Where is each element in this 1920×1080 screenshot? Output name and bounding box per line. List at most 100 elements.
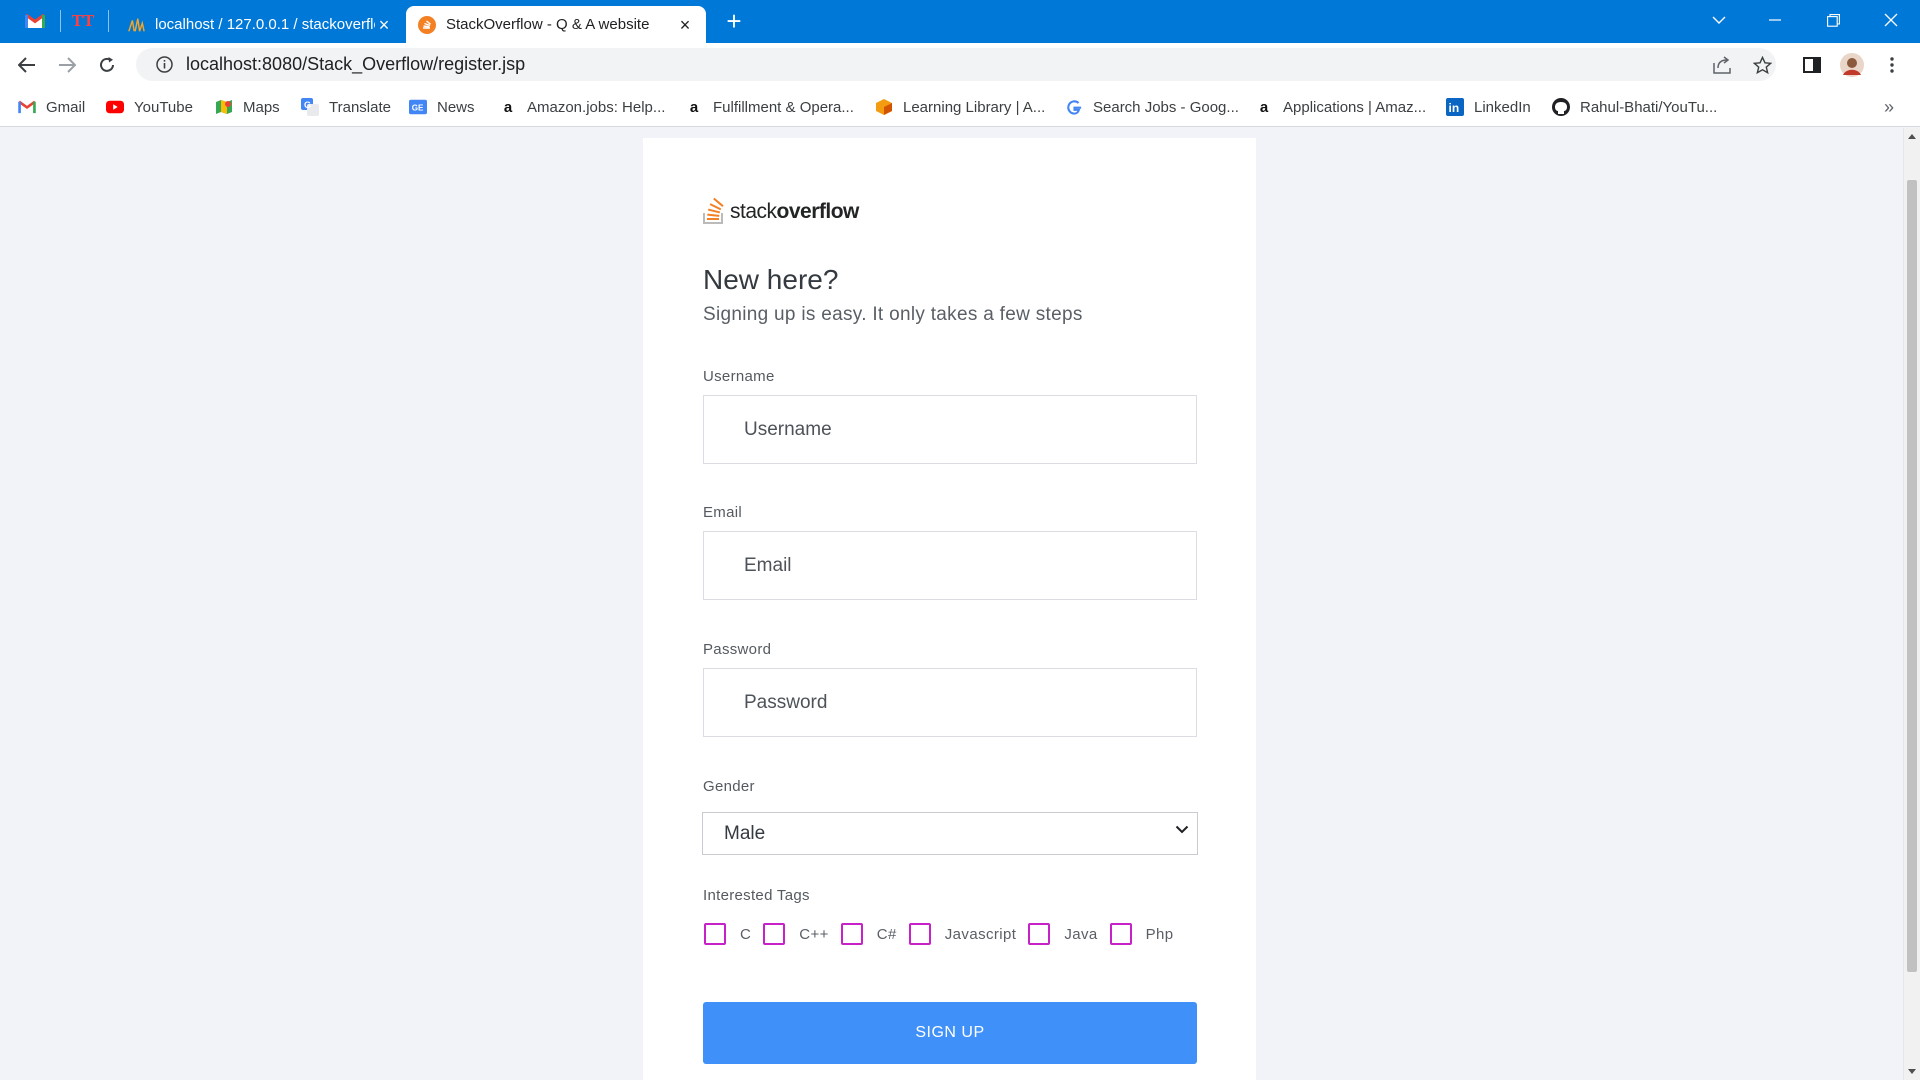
email-input[interactable] (703, 531, 1197, 600)
pinned-tab-gmail[interactable] (20, 8, 50, 34)
bookmark-translate[interactable]: G Translate (301, 96, 391, 118)
tt-logo-icon: TT (71, 11, 95, 30)
new-tab-button[interactable]: + (720, 8, 748, 36)
kebab-menu-icon (1890, 57, 1894, 73)
bookmark-github[interactable]: Rahul-Bhati/YouTu... (1552, 96, 1717, 118)
svg-text:in: in (1449, 101, 1460, 115)
amazon-icon: a (689, 98, 699, 116)
tab-stackoverflow[interactable]: StackOverflow - Q & A website × (406, 6, 706, 43)
share-icon (1712, 56, 1731, 74)
bookmark-label: LinkedIn (1474, 98, 1531, 116)
tag-checkbox-csharp[interactable] (840, 923, 863, 945)
gender-selected-value: Male (724, 822, 766, 844)
bookmark-label: Fulfillment & Opera... (713, 98, 854, 116)
tag-label: C# (876, 925, 897, 943)
bookmark-label: Amazon.jobs: Help... (527, 98, 666, 116)
page-scrollbar[interactable] (1903, 128, 1920, 1080)
tag-checkbox-java[interactable] (1028, 923, 1051, 945)
username-label: Username (703, 368, 775, 385)
bookmark-label: News (437, 98, 475, 116)
url-text: localhost:8080/Stack_Overflow/register.j… (186, 54, 526, 74)
side-panel-button[interactable] (1798, 51, 1826, 79)
tag-label: C++ (799, 925, 829, 943)
address-bar[interactable]: localhost:8080/Stack_Overflow/register.j… (136, 48, 1776, 81)
browser-menu-button[interactable] (1878, 51, 1906, 79)
tab-phpmyadmin[interactable]: localhost / 127.0.0.1 / stackoverflow × (115, 6, 405, 43)
tab-separator (60, 10, 61, 32)
bookmark-search-jobs[interactable]: Search Jobs - Goog... (1065, 96, 1239, 118)
bookmarks-bar: Gmail YouTube Maps G Translate GE News a… (0, 86, 1920, 127)
tag-checkbox-php[interactable] (1109, 923, 1132, 945)
tag-label: Javascript (944, 925, 1017, 943)
tab-search-button[interactable] (1696, 0, 1742, 40)
pinned-tab-tt[interactable]: TT (68, 8, 98, 34)
logo-wordmark-light: stack (730, 200, 777, 223)
restore-button[interactable] (1810, 0, 1856, 40)
bookmark-amazon-jobs[interactable]: a Amazon.jobs: Help... (499, 96, 666, 118)
amazon-icon: a (503, 98, 513, 116)
github-icon (1552, 98, 1570, 116)
close-icon[interactable]: × (375, 16, 393, 34)
bookmark-gmail[interactable]: Gmail (18, 96, 85, 118)
bookmark-label: Maps (243, 98, 280, 116)
bookmark-fulfillment[interactable]: a Fulfillment & Opera... (685, 96, 854, 118)
amazon-icon: a (1259, 98, 1269, 116)
bookmark-applications[interactable]: a Applications | Amaz... (1255, 96, 1426, 118)
bookmark-label: Rahul-Bhati/YouTu... (1580, 98, 1718, 116)
scroll-up-arrow-icon[interactable] (1908, 134, 1916, 139)
reload-button[interactable] (93, 51, 121, 79)
share-button[interactable] (1708, 51, 1736, 79)
chevron-down-icon (1175, 825, 1189, 834)
tag-label: Php (1145, 925, 1174, 943)
gmail-icon (25, 13, 45, 28)
chevron-down-icon (1712, 16, 1726, 24)
site-info-icon[interactable] (148, 56, 180, 73)
scroll-down-arrow-icon[interactable] (1908, 1069, 1916, 1074)
signup-button[interactable]: SIGN UP (703, 1002, 1197, 1064)
svg-text:GE: GE (412, 104, 424, 113)
gmail-icon (18, 98, 36, 116)
bookmark-maps[interactable]: Maps (215, 96, 280, 118)
back-button[interactable] (13, 51, 41, 79)
linkedin-icon: in (1446, 98, 1464, 116)
tag-label: C (740, 925, 752, 943)
forward-button[interactable] (53, 51, 81, 79)
logo-wordmark-bold: overflow (776, 200, 860, 223)
arrow-right-icon (59, 57, 76, 73)
profile-avatar[interactable] (1838, 51, 1866, 79)
gender-select[interactable]: Male (702, 812, 1198, 855)
avatar-icon (1840, 53, 1864, 77)
restore-icon (1826, 13, 1840, 27)
bookmark-news[interactable]: GE News (409, 96, 475, 118)
youtube-icon (106, 98, 124, 116)
bookmark-label: YouTube (134, 98, 193, 116)
cube-icon (875, 98, 893, 116)
tag-checkbox-c[interactable] (704, 923, 726, 945)
tab-title: localhost / 127.0.0.1 / stackoverflow (155, 16, 375, 33)
browser-toolbar: localhost:8080/Stack_Overflow/register.j… (0, 43, 1920, 86)
bookmark-learning-library[interactable]: Learning Library | A... (875, 96, 1045, 118)
tab-separator (108, 10, 109, 32)
close-icon[interactable]: × (676, 16, 694, 34)
minimize-icon (1769, 19, 1781, 21)
bookmarks-overflow-button[interactable]: » (1884, 96, 1894, 118)
password-input[interactable] (703, 668, 1197, 737)
close-window-button[interactable] (1868, 0, 1914, 40)
bookmark-youtube[interactable]: YouTube (106, 96, 193, 118)
tags-checkbox-group: C C++ C# Javascript Java Php (704, 922, 1186, 946)
tag-checkbox-javascript[interactable] (908, 923, 931, 945)
phpmyadmin-icon (127, 16, 145, 34)
interested-tags-label: Interested Tags (703, 887, 810, 904)
page-title: New here? (703, 264, 839, 295)
browser-titlebar: TT localhost / 127.0.0.1 / stackoverflow… (0, 0, 1920, 43)
minimize-button[interactable] (1752, 0, 1798, 40)
bookmark-label: Learning Library | A... (903, 98, 1046, 116)
close-icon (1884, 13, 1898, 27)
bookmark-star-button[interactable] (1748, 51, 1776, 79)
stackoverflow-logo: stackoverflow (703, 196, 859, 224)
scrollbar-thumb[interactable] (1907, 180, 1917, 972)
tag-checkbox-cpp[interactable] (763, 923, 786, 945)
stackoverflow-favicon (418, 15, 436, 34)
username-input[interactable] (703, 395, 1197, 464)
bookmark-linkedin[interactable]: in LinkedIn (1446, 96, 1531, 118)
